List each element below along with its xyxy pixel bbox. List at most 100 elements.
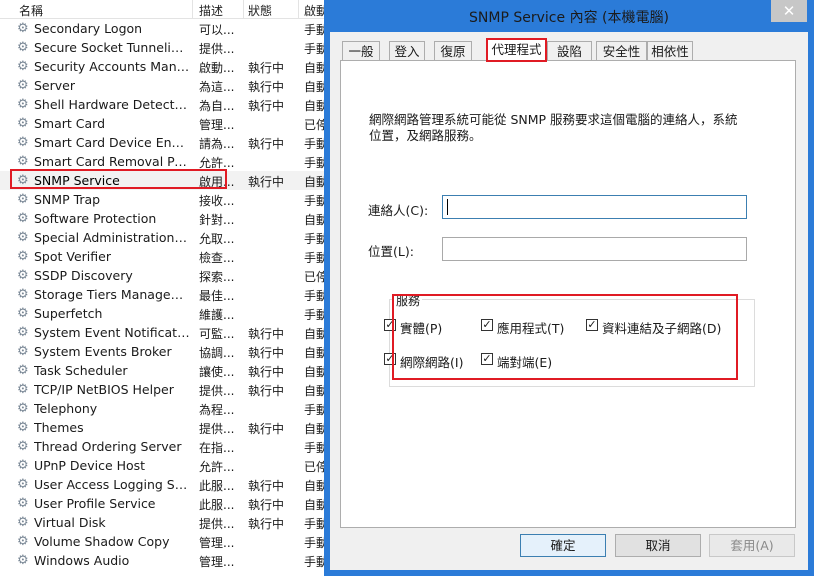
service-description: 提供... <box>199 384 235 398</box>
agent-tab-page: 網際網路管理系統可能從 SNMP 服務要求這個電腦的連絡人，系統位置，及網路服務… <box>340 60 796 528</box>
service-row[interactable]: ⚙ Telephony 為程... 手動 <box>0 399 330 418</box>
service-row[interactable]: ⚙ Virtual Disk 提供... 執行中 手動 <box>0 513 330 532</box>
service-description: 管理... <box>199 555 235 569</box>
text-caret <box>447 199 448 215</box>
tab-general[interactable]: 一般 <box>342 41 380 60</box>
service-name: Themes <box>34 420 84 435</box>
service-row[interactable]: ⚙ User Profile Service 此服... 執行中 自動 <box>0 494 330 513</box>
service-row[interactable]: ⚙ Superfetch 維護... 手動 <box>0 304 330 323</box>
service-row[interactable]: ⚙ SSDP Discovery 探索... 已停 <box>0 266 330 285</box>
service-name: Server <box>34 78 75 93</box>
service-name: User Profile Service <box>34 496 156 511</box>
service-name: TCP/IP NetBIOS Helper <box>34 382 174 397</box>
service-status: 執行中 <box>248 346 285 360</box>
service-row[interactable]: ⚙ SNMP Trap 接收... 手動 <box>0 190 330 209</box>
gear-icon: ⚙ <box>17 40 29 55</box>
service-status: 執行中 <box>248 365 285 379</box>
service-description: 為這... <box>199 80 235 94</box>
service-status: 執行中 <box>248 517 285 531</box>
service-name: Virtual Disk <box>34 515 106 530</box>
service-status: 執行中 <box>248 137 285 151</box>
service-row[interactable]: ⚙ TCP/IP NetBIOS Helper 提供... 執行中 自動 <box>0 380 330 399</box>
service-row[interactable]: ⚙ Task Scheduler 讓使... 執行中 自動 <box>0 361 330 380</box>
service-row[interactable]: ⚙ Server 為這... 執行中 自動 <box>0 76 330 95</box>
service-description: 提供... <box>199 517 235 531</box>
service-name: Software Protection <box>34 211 157 226</box>
tab-traps[interactable]: 設陷 <box>547 41 592 60</box>
service-name: Secure Socket Tunneling ... <box>34 40 190 55</box>
services-list: 名稱 描述 狀態 啟動 ⚙ Secondary Logon 可以... 手動 ⚙ Secu… <box>0 0 330 576</box>
service-row[interactable]: ⚙ Spot Verifier 檢查... 手動 <box>0 247 330 266</box>
close-icon[interactable]: ✕ <box>771 0 807 22</box>
gear-icon: ⚙ <box>17 439 29 454</box>
service-description: 此服... <box>199 479 235 493</box>
gear-icon: ⚙ <box>17 287 29 302</box>
tab-dependencies[interactable]: 相依性 <box>647 41 693 60</box>
column-header-desc[interactable]: 描述 <box>199 2 223 19</box>
service-name: Storage Tiers Management <box>34 287 190 302</box>
service-status: 執行中 <box>248 498 285 512</box>
service-row[interactable]: ⚙System Event Notification ...可監...執行中自動 <box>0 323 330 342</box>
service-name: SNMP Trap <box>34 192 101 207</box>
service-row[interactable]: ⚙ Special Administration Co... 允取... 手動 <box>0 228 330 247</box>
gear-icon: ⚙ <box>17 116 29 131</box>
service-row[interactable]: ⚙ Themes 提供... 執行中 自動 <box>0 418 330 437</box>
service-description: 可監... <box>199 327 235 341</box>
location-label: 位置(L): <box>368 244 414 259</box>
service-row[interactable]: ⚙ Smart Card 管理... 已停 <box>0 114 330 133</box>
location-input[interactable] <box>442 237 747 261</box>
service-description: 管理... <box>199 536 235 550</box>
service-name: Security Accounts Manager <box>34 59 190 74</box>
agent-description: 網際網路管理系統可能從 SNMP 服務要求這個電腦的連絡人，系統位置，及網路服務… <box>369 112 738 143</box>
gear-icon: ⚙ <box>17 420 29 435</box>
service-row[interactable]: ⚙ Storage Tiers Management 最佳... 手動 <box>0 285 330 304</box>
service-name: Special Administration Co... <box>34 230 190 245</box>
service-description: 允許... <box>199 460 235 474</box>
service-row[interactable]: ⚙User Access Logging Servi...此服...執行中自動 <box>0 475 330 494</box>
column-header-name[interactable]: 名稱 <box>19 2 43 19</box>
ok-button[interactable]: 確定 <box>520 534 606 557</box>
gear-icon: ⚙ <box>17 154 29 169</box>
dialog-titlebar[interactable]: SNMP Service 內容 (本機電腦) ✕ <box>324 0 814 32</box>
service-description: 啟動... <box>199 61 235 75</box>
service-row[interactable]: ⚙ Windows Audio 管理... 手動 <box>0 551 330 570</box>
service-row[interactable]: ⚙ Shell Hardware Detection 為自... 執行中 自動 <box>0 95 330 114</box>
gear-icon: ⚙ <box>17 458 29 473</box>
tab-logon[interactable]: 登入 <box>389 41 425 60</box>
gear-icon: ⚙ <box>17 306 29 321</box>
tab-security[interactable]: 安全性 <box>596 41 647 60</box>
service-description: 請為... <box>199 137 235 151</box>
service-name: Smart Card Device Enume... <box>34 135 190 150</box>
service-row[interactable]: ⚙ Security Accounts Manager 啟動... 執行中 自動 <box>0 57 330 76</box>
service-name: Volume Shadow Copy <box>34 534 170 549</box>
service-description: 最佳... <box>199 289 235 303</box>
service-row[interactable]: ⚙ UPnP Device Host 允許... 已停 <box>0 456 330 475</box>
tab-recovery[interactable]: 復原 <box>434 41 472 60</box>
contact-input[interactable] <box>442 195 747 219</box>
apply-button[interactable]: 套用(A) <box>709 534 795 557</box>
service-row[interactable]: ⚙ Thread Ordering Server 在指... 手動 <box>0 437 330 456</box>
service-row[interactable]: ⚙ Volume Shadow Copy 管理... 手動 <box>0 532 330 551</box>
service-row[interactable]: ⚙ System Events Broker 協調... 執行中 自動 <box>0 342 330 361</box>
service-description: 可以... <box>199 23 235 37</box>
service-row[interactable]: ⚙ Software Protection 針對... 自動 <box>0 209 330 228</box>
service-description: 提供... <box>199 42 235 56</box>
dialog-client: 一般 登入 復原 代理程式 設陷 安全性 相依性 網際網路管理系統可能從 SNM… <box>330 32 808 570</box>
gear-icon: ⚙ <box>17 78 29 93</box>
cancel-button[interactable]: 取消 <box>615 534 701 557</box>
service-name: Shell Hardware Detection <box>34 97 190 112</box>
service-description: 此服... <box>199 498 235 512</box>
gear-icon: ⚙ <box>17 230 29 245</box>
service-name: Superfetch <box>34 306 103 321</box>
service-row[interactable]: ⚙ Secondary Logon 可以... 手動 <box>0 19 330 38</box>
gear-icon: ⚙ <box>17 363 29 378</box>
gear-icon: ⚙ <box>17 135 29 150</box>
service-name: Secondary Logon <box>34 21 143 36</box>
gear-icon: ⚙ <box>17 21 29 36</box>
service-status: 執行中 <box>248 61 285 75</box>
service-status: 執行中 <box>248 384 285 398</box>
service-row[interactable]: ⚙Smart Card Device Enume...請為...執行中手動 <box>0 133 330 152</box>
column-header-status[interactable]: 狀態 <box>248 2 272 19</box>
service-name: Spot Verifier <box>34 249 111 264</box>
service-row[interactable]: ⚙ Secure Socket Tunneling ... 提供... 手動 <box>0 38 330 57</box>
